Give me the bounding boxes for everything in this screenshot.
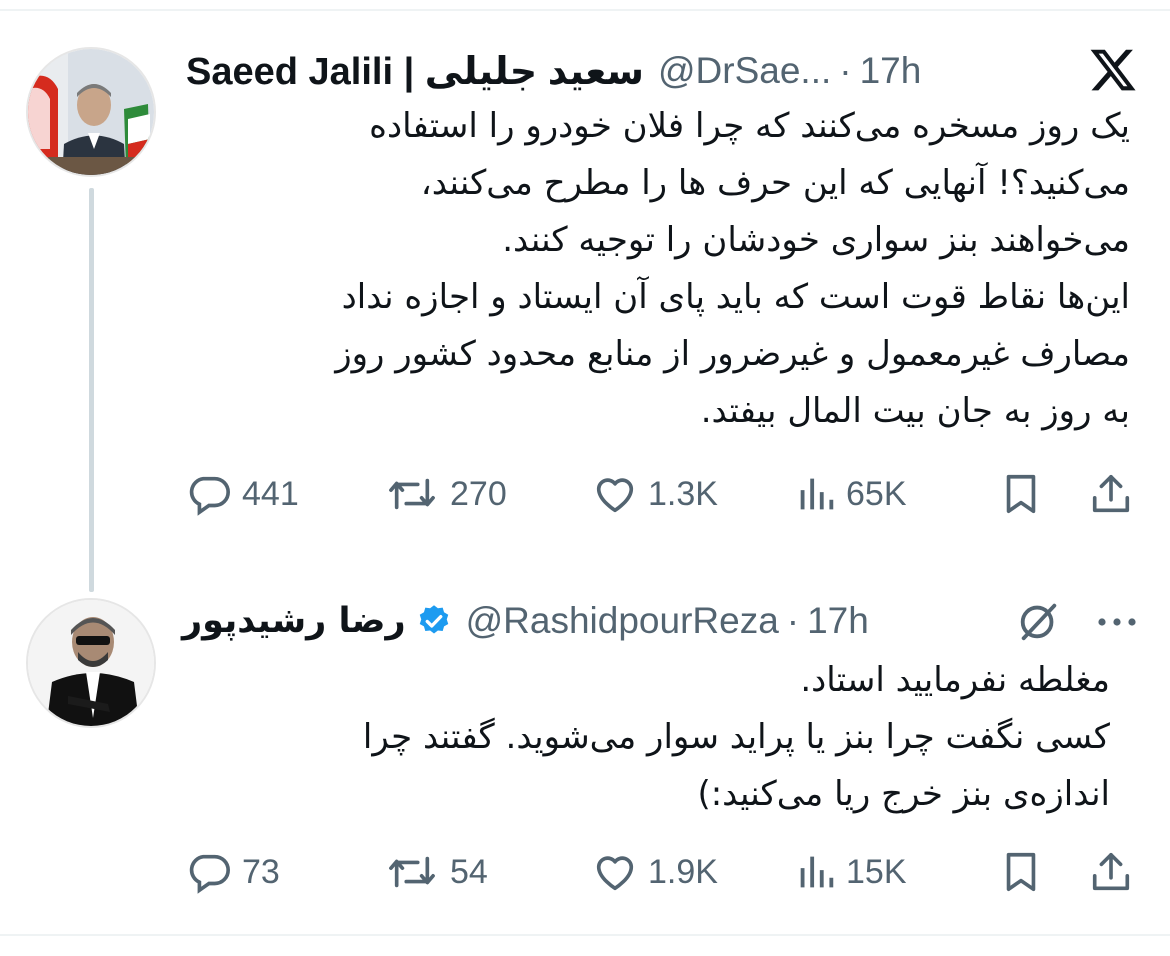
thread-connector-line [89, 188, 94, 592]
separator-dot: · [786, 600, 800, 641]
bookmark-button[interactable] [998, 464, 1044, 524]
like-button[interactable]: 1.3K [592, 464, 718, 524]
timestamp[interactable]: 17h [860, 50, 922, 92]
repost-count: 270 [450, 474, 507, 513]
like-button[interactable]: 1.9K [592, 842, 718, 902]
tweet-text-line: به روز به جان بیت المال بیفتد. [700, 391, 1130, 431]
separator-dot: · [839, 50, 852, 91]
tweet-header: Saeed Jalili | سعید جلیلی @DrSae... · 17… [186, 44, 921, 98]
author-handle[interactable]: @DrSae... [658, 50, 831, 92]
reply-count: 441 [242, 474, 299, 513]
tweet-text-line: مغلطه نفرمایید استاد. [800, 660, 1110, 700]
repost-count: 54 [450, 852, 488, 891]
tweet-text-line: می‌کنید؟! آنهایی که این حرف ها را مطرح م… [420, 163, 1130, 203]
share-button[interactable] [1088, 842, 1134, 902]
tweet-text-line: اندازه‌ی بنز خرج ریا می‌کنید:) [697, 774, 1110, 814]
repost-icon [389, 856, 435, 888]
timestamp[interactable]: 17h [807, 600, 869, 642]
views-button[interactable]: 15K [796, 842, 907, 902]
tweet-text-line: این‌ها نقاط قوت است که باید پای آن ایستا… [341, 277, 1130, 317]
tweet-text: یک روز مسخره می‌کنند که چرا فلان خودرو ر… [180, 98, 1130, 440]
heart-icon [596, 478, 634, 513]
repost-button[interactable]: 270 [384, 464, 507, 524]
views-button[interactable]: 65K [796, 464, 907, 524]
author-name[interactable]: Saeed Jalili | سعید جلیلی [186, 49, 644, 94]
repost-button[interactable]: 54 [384, 842, 488, 902]
views-count: 15K [846, 852, 907, 891]
reply-button[interactable]: 73 [186, 842, 280, 902]
x-logo-icon[interactable] [1088, 45, 1138, 95]
reply-button[interactable]: 441 [186, 464, 299, 524]
top-divider [0, 9, 1170, 11]
share-button[interactable] [1088, 464, 1134, 524]
reply-icon [189, 854, 230, 894]
bookmark-icon [1006, 474, 1036, 514]
heart-icon [596, 856, 634, 891]
share-icon [1092, 474, 1130, 513]
tweet-header: رضا رشیدپور @RashidpourReza · 17h [182, 594, 869, 648]
author-handle[interactable]: @RashidpourReza [466, 600, 779, 642]
tweet-text-line: کسی نگفت چرا بنز یا پراید سوار می‌شوید. … [362, 717, 1110, 757]
like-count: 1.3K [648, 474, 718, 513]
reply-count: 73 [242, 852, 280, 891]
grok-icon[interactable] [1016, 598, 1062, 644]
bookmark-button[interactable] [998, 842, 1044, 902]
views-icon [800, 478, 834, 510]
bottom-divider [0, 934, 1170, 936]
tweet-text-line: مصارف غیرمعمول و غیرضرور از منابع محدود … [335, 334, 1130, 374]
tweet-text-line: می‌خواهند بنز سواری خودشان را توجیه کنند… [502, 220, 1130, 260]
tweet-text: مغلطه نفرمایید استاد. کسی نگفت چرا بنز ی… [180, 652, 1110, 823]
share-icon [1092, 852, 1130, 891]
reply-icon [189, 476, 230, 516]
tweet-actions: 73 54 1.9K 15K [186, 842, 1136, 902]
bookmark-icon [1006, 852, 1036, 892]
tweet-text-line: یک روز مسخره می‌کنند که چرا فلان خودرو ر… [369, 106, 1130, 146]
avatar[interactable] [26, 598, 156, 728]
author-name[interactable]: رضا رشیدپور [182, 601, 406, 641]
more-options-icon[interactable] [1094, 612, 1140, 632]
repost-icon [389, 478, 435, 510]
views-count: 65K [846, 474, 907, 513]
views-icon [800, 856, 834, 888]
like-count: 1.9K [648, 852, 718, 891]
avatar[interactable] [26, 47, 156, 177]
tweet-actions: 441 270 1.3K 65K [186, 464, 1136, 524]
verified-badge-icon [416, 603, 452, 639]
